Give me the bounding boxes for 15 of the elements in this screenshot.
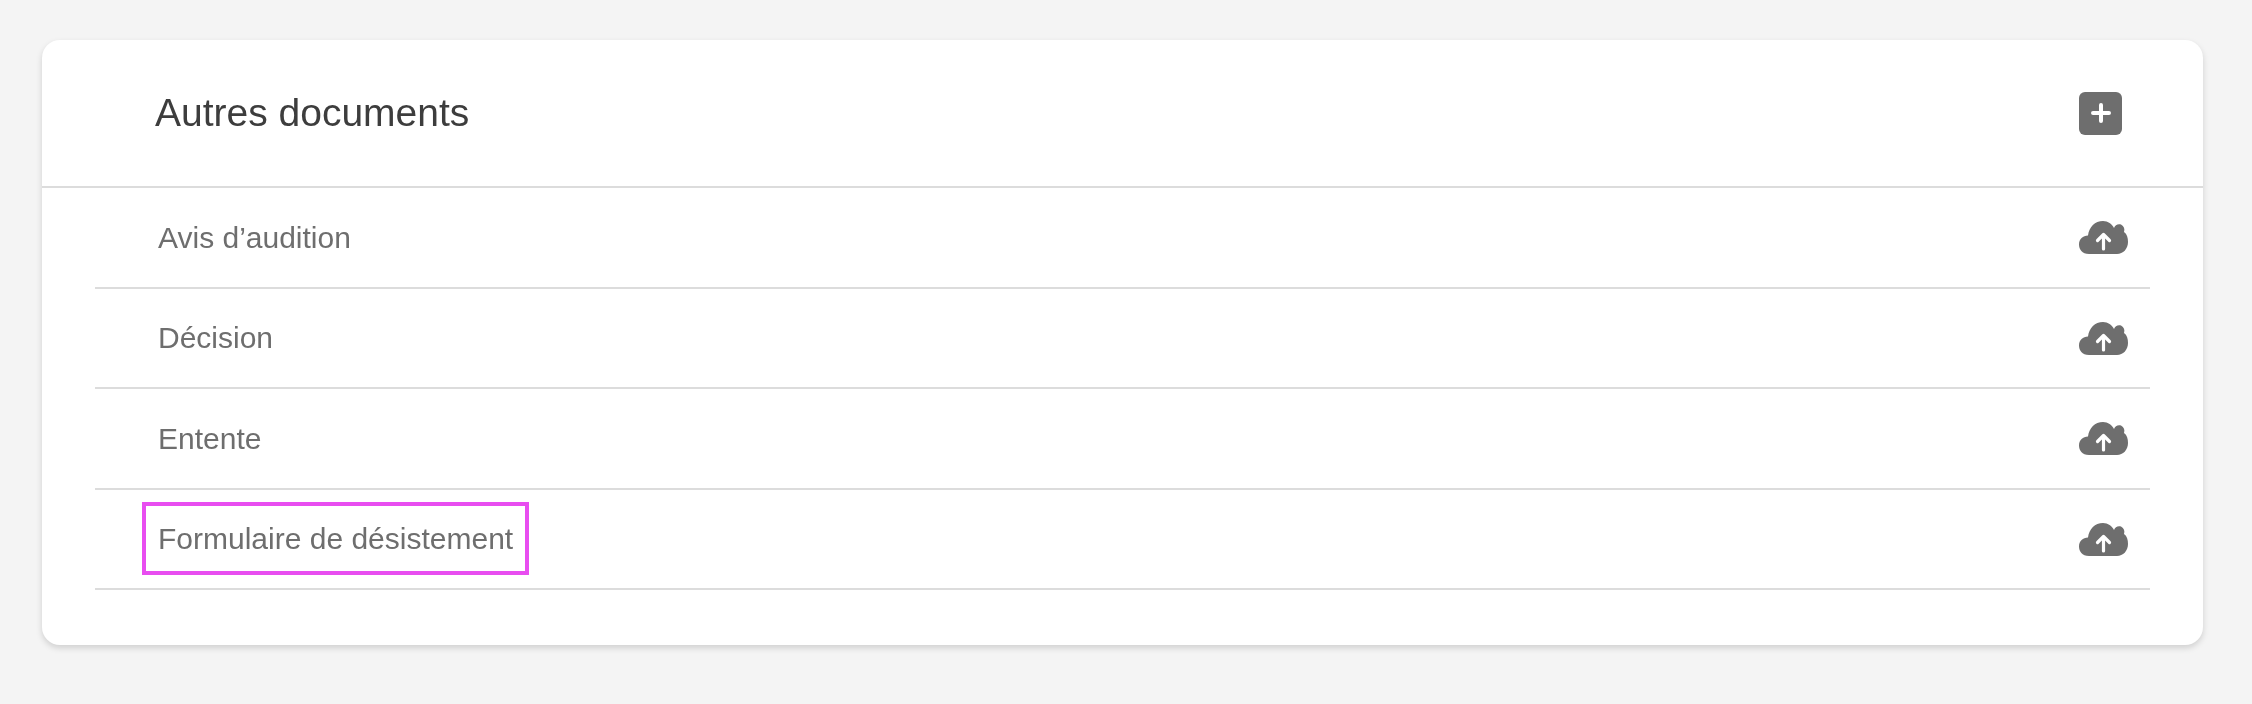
cloud-upload-icon (2079, 521, 2128, 556)
panel-title: Autres documents (155, 89, 470, 136)
upload-button[interactable] (2079, 421, 2128, 456)
cloud-upload-icon (2079, 320, 2128, 355)
upload-button[interactable] (2079, 320, 2128, 355)
upload-button[interactable] (2079, 521, 2128, 556)
cloud-upload-icon (2079, 220, 2128, 255)
document-name: Avis d’audition (157, 219, 352, 256)
upload-button[interactable] (2079, 220, 2128, 255)
cloud-upload-icon (2079, 421, 2128, 456)
document-name: Entente (157, 420, 263, 457)
document-name: Décision (157, 320, 275, 357)
plus-icon (2089, 102, 2112, 124)
document-name: Formulaire de désistement (142, 502, 530, 576)
add-button[interactable] (2079, 91, 2122, 135)
